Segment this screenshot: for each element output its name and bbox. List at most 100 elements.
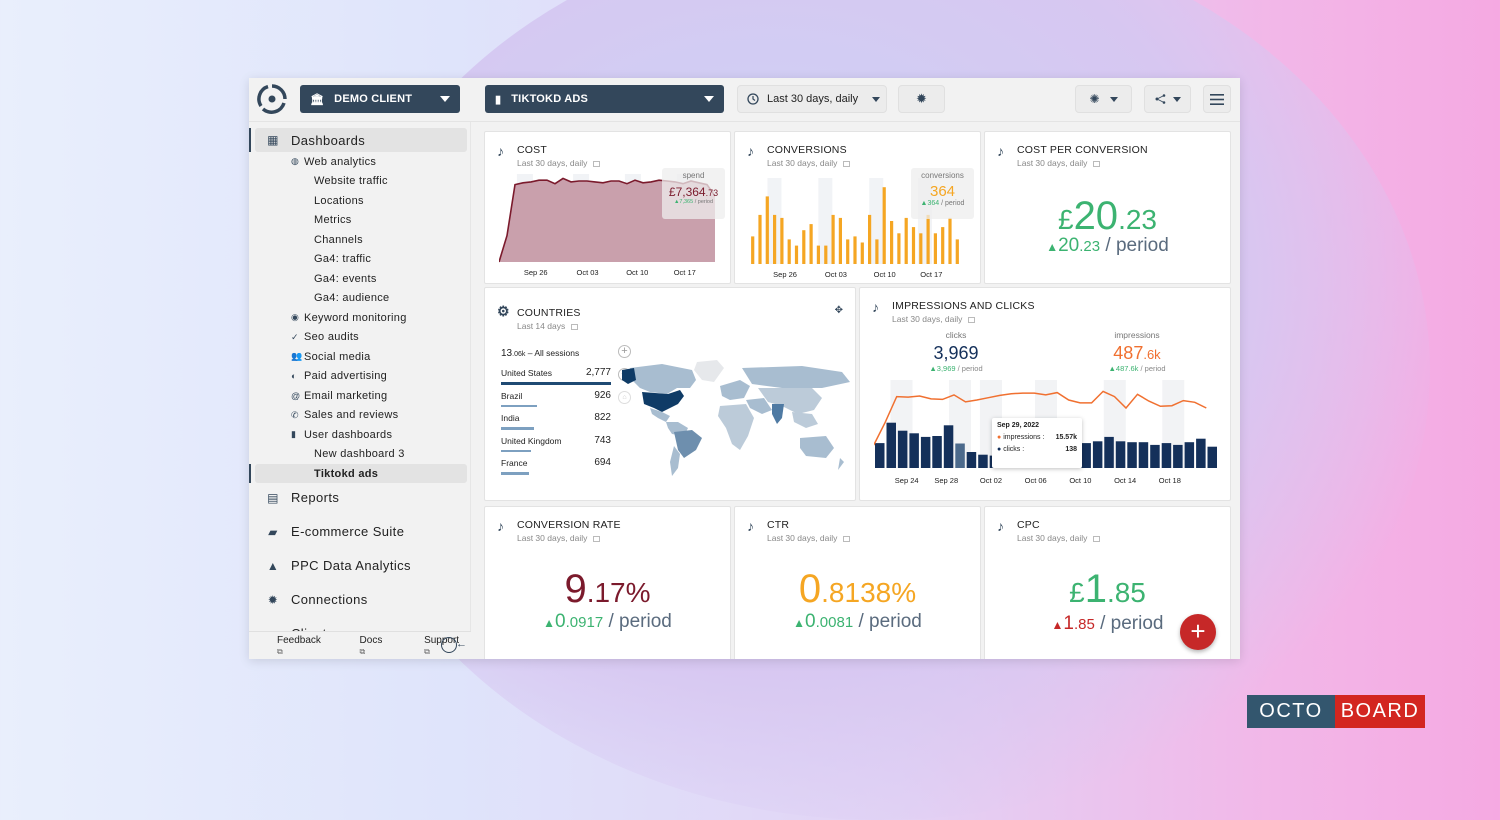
docs-label: Docs <box>359 634 383 646</box>
sidebar-item-ga4-traffic[interactable]: Ga4: traffic <box>255 250 467 269</box>
country-row[interactable]: India 822 <box>501 412 611 436</box>
country-name: United States <box>501 368 553 378</box>
date-range-selector[interactable]: Last 30 days, daily <box>737 85 887 113</box>
client-selector-label: DEMO CLIENT <box>334 93 413 105</box>
collapse-sidebar-button[interactable]: ← <box>441 637 467 653</box>
chevron-down-icon <box>704 96 714 102</box>
country-row[interactable]: France 694 <box>501 457 611 481</box>
external-link-icon: ⧉ <box>277 646 283 656</box>
sidebar-item-email-marketing[interactable]: @ Email marketing <box>255 386 467 405</box>
dashboard-selector[interactable]: ▮ TIKTOKD ADS <box>485 85 724 113</box>
sidebar-item-connections[interactable]: ✹ Connections <box>255 588 467 612</box>
theme-button[interactable]: ✺ <box>1075 85 1132 113</box>
card-subtitle: Last 30 days, daily <box>1017 158 1101 168</box>
sidebar-item-new-dashboard-3[interactable]: New dashboard 3 <box>255 445 467 464</box>
card-subtitle: Last 30 days, daily <box>517 533 601 543</box>
tiktok-icon: ♪ <box>497 143 504 159</box>
calendar-icon[interactable] <box>843 160 851 167</box>
sidebar-item-ppc-data-analytics[interactable]: ▲ PPC Data Analytics <box>255 554 467 578</box>
top-bar: 🏛 DEMO CLIENT ▮ TIKTOKD ADS Last 30 days… <box>249 78 1240 122</box>
sidebar-item-metrics[interactable]: Metrics <box>255 211 467 230</box>
sidebar-item-ga4-events[interactable]: Ga4: events <box>255 269 467 288</box>
clicks-bar <box>886 422 896 468</box>
sidebar-item-label: Web analytics <box>304 155 377 168</box>
docs-link[interactable]: Docs ⧉ <box>346 635 397 657</box>
add-widget-button[interactable]: + <box>1180 614 1216 650</box>
map-region-canada <box>630 364 696 394</box>
sidebar-item-e-commerce-suite[interactable]: ▰ E-commerce Suite <box>255 520 467 544</box>
sidebar-item-dashboards[interactable]: ▦ Dashboards <box>255 128 467 152</box>
overlay-delta-value: ▲364 <box>920 200 940 207</box>
expand-icon[interactable]: ✥ <box>835 305 843 316</box>
sidebar-item-tiktokd-ads[interactable]: Tiktokd ads <box>255 464 467 483</box>
conversion-bar <box>897 233 901 264</box>
metric-value: £20.23 <box>985 194 1230 239</box>
active-marker <box>249 464 251 483</box>
sidebar-item-label: Reports <box>291 490 340 505</box>
x-tick-label: Sep 24 <box>895 476 919 485</box>
calendar-icon[interactable] <box>593 160 601 167</box>
feedback-link[interactable]: Feedback ⧉ <box>263 635 332 657</box>
overlay-delta-value: ▲7,365 <box>673 199 694 205</box>
sidebar-item-website-traffic[interactable]: Website traffic <box>255 172 467 191</box>
clicks-bar <box>932 436 942 468</box>
calendar-icon[interactable] <box>843 535 851 542</box>
arrow-left-icon: ← <box>456 638 467 650</box>
sidebar-item-label: Sales and reviews <box>304 409 399 421</box>
impressions-dot-icon: ● <box>997 434 1002 441</box>
delta-main: 0 <box>805 611 816 632</box>
sidebar-item-locations[interactable]: Locations <box>255 191 467 210</box>
connections-button[interactable]: ✹ <box>898 85 945 113</box>
calendar-icon[interactable] <box>593 535 601 542</box>
clicks-bar <box>1092 441 1103 468</box>
client-selector[interactable]: 🏛 DEMO CLIENT <box>300 85 460 113</box>
tiktok-icon: ♪ <box>872 299 879 315</box>
zoom-in-button[interactable]: + <box>618 345 631 358</box>
sidebar-item-reports[interactable]: ▤ Reports <box>255 486 467 510</box>
share-button[interactable] <box>1144 85 1191 113</box>
sidebar-item-paid-advertising[interactable]: ◐ Paid advertising <box>255 367 467 386</box>
conversion-bar <box>824 245 828 264</box>
calendar-icon[interactable] <box>1093 535 1101 542</box>
sidebar-item-channels[interactable]: Channels <box>255 230 467 249</box>
chevron-down-icon <box>1172 96 1181 102</box>
cost-card: ♪ COST Last 30 days, daily Sep 26 Oct 03 O… <box>484 131 731 284</box>
country-share-bar <box>501 382 611 385</box>
country-row[interactable]: Brazil 926 <box>501 390 611 414</box>
calendar-icon[interactable] <box>968 316 976 323</box>
value-main: 20 <box>1073 194 1119 238</box>
sidebar-item-seo-audits[interactable]: ✓ Seo audits <box>255 328 467 347</box>
impressions-label: impressions <box>1114 330 1160 340</box>
trend-up-icon: ▲ <box>1051 618 1064 632</box>
metric-value: 9.17% <box>485 567 730 612</box>
sidebar-item-web-analytics[interactable]: ◍ Web analytics <box>255 152 467 171</box>
sidebar-item-social-media[interactable]: 👥 Social media <box>255 347 467 366</box>
world-map[interactable] <box>622 358 852 478</box>
calendar-icon[interactable] <box>571 323 579 330</box>
x-tick-label: Oct 14 <box>1114 476 1136 485</box>
sidebar-item-user-dashboards[interactable]: ▮ User dashboards <box>255 425 467 444</box>
external-link-icon: ⧉ <box>424 646 430 656</box>
sidebar-item-ga4-audience[interactable]: Ga4: audience <box>255 289 467 308</box>
country-row[interactable]: United States 2,777 <box>501 367 611 391</box>
card-subtitle: Last 30 days, daily <box>767 158 851 168</box>
conversions-summary-overlay: conversions 364 ▲364 / period <box>911 168 974 219</box>
calendar-icon[interactable] <box>1093 160 1101 167</box>
clicks-bar <box>966 452 977 468</box>
conversion-bar <box>904 217 908 264</box>
sidebar-item-sales-and-reviews[interactable]: ✆ Sales and reviews <box>255 406 467 425</box>
conversion-bar <box>933 233 937 264</box>
sidebar-item-label: New dashboard 3 <box>314 448 405 460</box>
conversion-bar <box>809 224 813 264</box>
tiktok-icon: ♪ <box>747 518 754 534</box>
sidebar-item-label: E-commerce Suite <box>291 524 405 539</box>
country-name: France <box>501 458 528 468</box>
tiktok-icon: ♪ <box>997 518 1004 534</box>
map-region-greenland <box>694 360 724 382</box>
menu-button[interactable] <box>1203 85 1231 113</box>
total-main: 13 <box>501 348 513 359</box>
x-tick-label: Oct 06 <box>1025 476 1047 485</box>
country-row[interactable]: United Kingdom 743 <box>501 435 611 459</box>
octoboard-logo-icon[interactable] <box>257 84 287 114</box>
sidebar-item-keyword-monitoring[interactable]: ◉ Keyword monitoring <box>255 308 467 327</box>
